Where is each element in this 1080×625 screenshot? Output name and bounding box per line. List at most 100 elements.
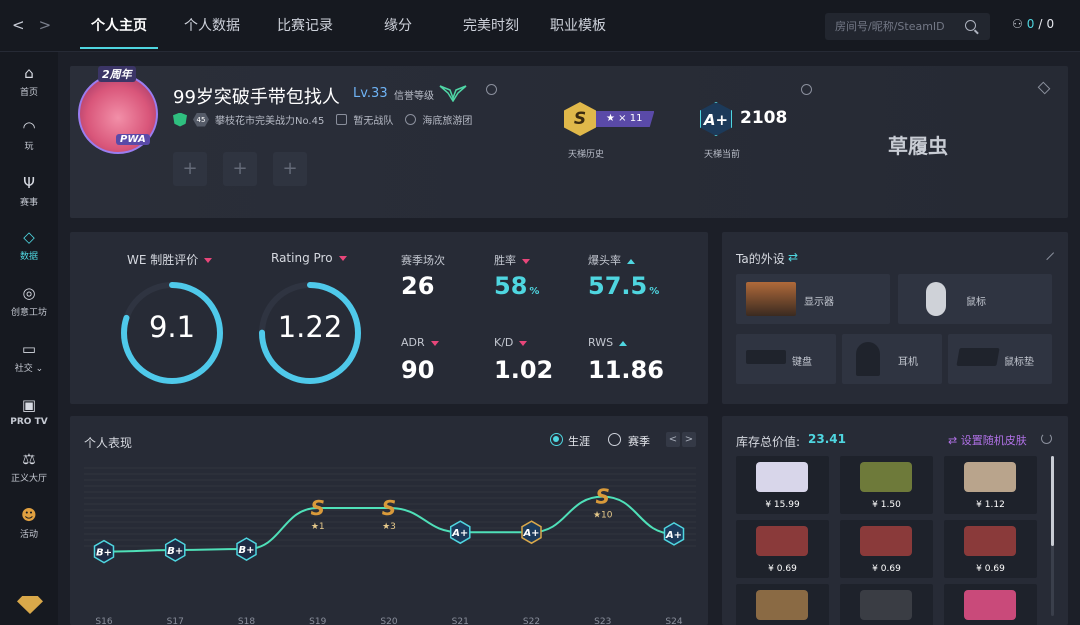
chart-point[interactable]: S ★1 bbox=[311, 496, 325, 532]
sidebar-item-workshop[interactable]: ◎ 创意工坊 bbox=[0, 284, 58, 318]
monitor-icon bbox=[746, 282, 796, 316]
club-text[interactable]: 海底旅游团 bbox=[422, 112, 472, 127]
headshot-label: 爆头率 bbox=[588, 252, 635, 268]
rank-current-score: 2108 bbox=[740, 108, 788, 128]
add-slot-button[interactable]: + bbox=[173, 152, 207, 186]
chart-point-rank: B+ bbox=[238, 545, 254, 556]
skin-image bbox=[756, 590, 808, 620]
planet-icon: ◎ bbox=[22, 284, 36, 302]
gear-title: Ta的外设 bbox=[736, 252, 785, 266]
chart-point-stars: ★3 bbox=[382, 522, 396, 532]
inventory-item[interactable]: ¥ 1.12 bbox=[944, 456, 1037, 514]
chart-point[interactable]: A+ bbox=[663, 522, 685, 546]
friend-count[interactable]: ⚇ 0 / 0 bbox=[1012, 17, 1054, 31]
back-arrow-icon[interactable]: < bbox=[12, 16, 25, 34]
sidebar-item-home[interactable]: ⌂ 首页 bbox=[0, 64, 58, 98]
info-icon[interactable] bbox=[486, 84, 497, 95]
inventory-item[interactable]: ¥ 0.69 bbox=[840, 520, 933, 578]
tab-pro-templates[interactable]: 职业模板 bbox=[538, 0, 618, 52]
caret-down-icon bbox=[522, 258, 530, 264]
credit-wings-icon[interactable] bbox=[438, 82, 468, 103]
inventory-item[interactable]: ¥ 1.50 bbox=[840, 456, 933, 514]
tab-fate[interactable]: 缘分 bbox=[352, 0, 444, 52]
gear-mousepad[interactable]: 鼠标垫 bbox=[948, 334, 1052, 384]
inventory-item[interactable] bbox=[736, 584, 829, 625]
add-slot-button[interactable]: + bbox=[273, 152, 307, 186]
user-level: Lv.33 bbox=[353, 86, 388, 101]
layers-icon[interactable] bbox=[1037, 81, 1051, 95]
inventory-item-price: ¥ 0.69 bbox=[768, 564, 797, 574]
gear-headset[interactable]: 耳机 bbox=[842, 334, 942, 384]
mousepad-icon bbox=[956, 348, 1000, 366]
sidebar-item-justice[interactable]: ⚖ 正义大厅 bbox=[0, 450, 58, 484]
career-radio-label[interactable]: 生涯 bbox=[568, 433, 590, 449]
team-icon bbox=[336, 114, 348, 125]
random-skin-button[interactable]: ⇄ 设置随机皮肤 bbox=[948, 432, 1027, 448]
team-text[interactable]: 暂无战队 bbox=[353, 112, 393, 127]
gear-mouse[interactable]: 鼠标 bbox=[898, 274, 1052, 324]
inventory-scrollbar[interactable] bbox=[1051, 456, 1054, 616]
season-radio-label[interactable]: 赛季 bbox=[628, 433, 650, 449]
chart-next-button[interactable]: > bbox=[682, 432, 696, 447]
search-input[interactable] bbox=[835, 20, 955, 33]
tab-match-records[interactable]: 比赛记录 bbox=[258, 0, 352, 52]
headshot-value: 57.5% bbox=[588, 272, 659, 300]
performance-panel: 个人表现 生涯 赛季 < > B+ S16 B+ S17 B+ S18 S ★1 S19 S ★3 S… bbox=[70, 416, 708, 625]
we-rating-label[interactable]: WE 制胜评价 bbox=[127, 251, 213, 268]
sidebar-item-events[interactable]: Ψ 赛事 bbox=[0, 174, 58, 208]
rating-pro-label[interactable]: Rating Pro bbox=[271, 251, 347, 265]
add-slot-button[interactable]: + bbox=[223, 152, 257, 186]
season-radio[interactable] bbox=[608, 433, 621, 446]
home-icon: ⌂ bbox=[24, 64, 34, 82]
inventory-panel: 库存总价值: 23.41 ⇄ 设置随机皮肤 ¥ 15.99 ¥ 1.50 ¥ 1.1… bbox=[722, 416, 1068, 625]
winrate-value: 58% bbox=[494, 272, 539, 300]
inventory-item[interactable]: ¥ 0.69 bbox=[944, 520, 1037, 578]
forward-arrow-icon[interactable]: > bbox=[39, 16, 52, 34]
gear-label: 鼠标 bbox=[966, 297, 986, 308]
gear-keyboard[interactable]: 键盘 bbox=[736, 334, 836, 384]
rank-history-hex[interactable]: S bbox=[564, 102, 596, 136]
search-icon[interactable] bbox=[965, 20, 976, 31]
refresh-icon[interactable] bbox=[1041, 433, 1052, 444]
inventory-item[interactable] bbox=[944, 584, 1037, 625]
sidebar-item-activity[interactable]: ☻ 活动 bbox=[0, 506, 58, 540]
user-icon: ⚇ bbox=[1012, 17, 1023, 31]
winrate-unit: % bbox=[529, 286, 540, 297]
skin-image bbox=[964, 526, 1016, 556]
chart-point-rank: S bbox=[311, 496, 325, 520]
edit-icon[interactable] bbox=[1039, 245, 1055, 261]
kd-label-text: K/D bbox=[494, 336, 514, 349]
gear-monitor[interactable]: 显示器 bbox=[736, 274, 890, 324]
rws-value: 11.86 bbox=[588, 356, 664, 384]
chart-point[interactable]: S ★10 bbox=[593, 485, 613, 521]
sidebar-item-data[interactable]: ◇ 数据 bbox=[0, 228, 58, 262]
career-radio[interactable] bbox=[550, 433, 563, 446]
inventory-item[interactable] bbox=[840, 584, 933, 625]
info-icon[interactable] bbox=[801, 84, 812, 95]
caret-down-icon bbox=[338, 256, 347, 261]
tab-home[interactable]: 个人主页 bbox=[72, 0, 166, 52]
chart-point[interactable]: A+ bbox=[449, 520, 471, 545]
wifi-icon: ◠ bbox=[22, 118, 36, 136]
sidebar-item-protv[interactable]: ▣ PRO TV bbox=[0, 396, 58, 427]
tab-perfect-moments[interactable]: 完美时刻 bbox=[444, 0, 538, 52]
chart-point[interactable]: S ★3 bbox=[382, 496, 396, 532]
matches-label: 赛季场次 bbox=[401, 254, 445, 267]
chart-point[interactable]: B+ bbox=[236, 537, 257, 561]
sidebar-item-play[interactable]: ◠ 玩 bbox=[0, 118, 58, 152]
chart-point[interactable]: B+ bbox=[164, 538, 186, 562]
tab-personal-data[interactable]: 个人数据 bbox=[166, 0, 258, 52]
rank-current-hex[interactable]: A+ bbox=[700, 102, 732, 136]
power-rank-text[interactable]: 攀枝花市完美战力No.45 bbox=[215, 112, 324, 127]
inventory-item[interactable]: ¥ 0.69 bbox=[736, 520, 829, 578]
inventory-item-price: ¥ 15.99 bbox=[765, 500, 800, 510]
shuffle-icon[interactable]: ⇄ bbox=[788, 250, 798, 264]
sidebar-item-social[interactable]: ▭ 社交 ⌄ bbox=[0, 340, 58, 374]
inventory-item[interactable]: ¥ 15.99 bbox=[736, 456, 829, 514]
chart-point[interactable]: A+ bbox=[521, 520, 542, 545]
mouse-icon bbox=[926, 282, 946, 316]
chart-point[interactable]: B+ bbox=[93, 539, 115, 564]
matches-value: 26 bbox=[401, 272, 435, 300]
diamond-logo-icon[interactable] bbox=[17, 596, 43, 614]
chart-prev-button[interactable]: < bbox=[666, 432, 680, 447]
